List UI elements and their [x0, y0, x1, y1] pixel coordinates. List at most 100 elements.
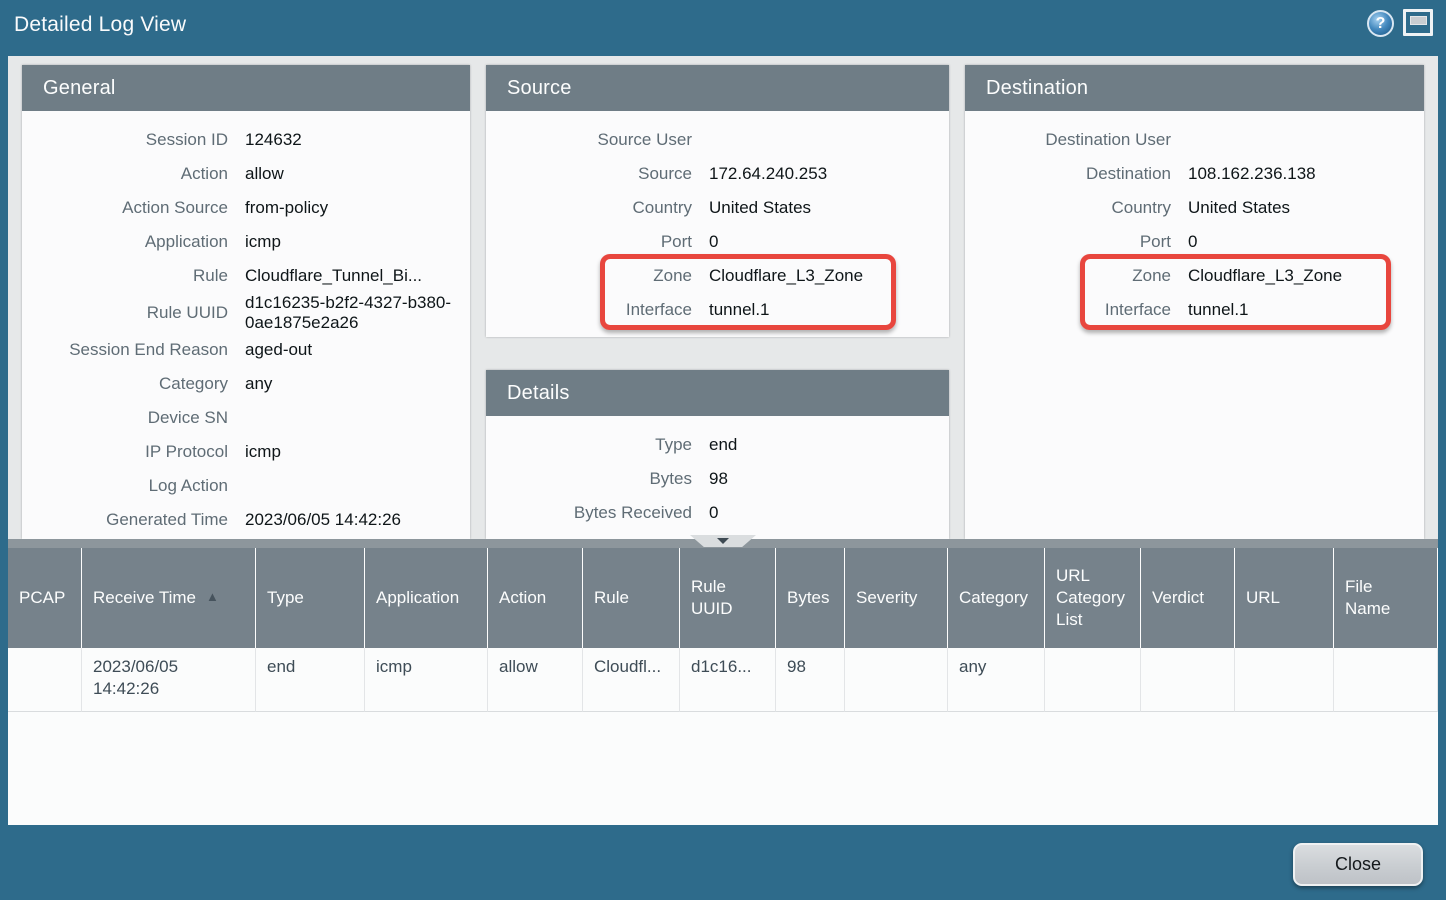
field-label: Action: [22, 164, 228, 184]
source-panel-header: Source: [486, 65, 949, 111]
column-header-label: Receive Time: [93, 587, 196, 609]
table-column-header[interactable]: Category: [948, 548, 1045, 648]
field-row: Country United States: [486, 191, 949, 225]
field-value: Cloudflare_L3_Zone: [1188, 266, 1424, 286]
general-panel-body: Session ID 124632 Action allow Action So…: [22, 111, 470, 537]
column-header-label: Type: [267, 587, 304, 609]
general-panel-header: General: [22, 65, 470, 111]
field-row: Session End Reason aged-out: [22, 333, 470, 367]
table-column-header[interactable]: Rule: [583, 548, 680, 648]
field-row: Application icmp: [22, 225, 470, 259]
field-row: Bytes Received 0: [486, 496, 949, 530]
page-title: Detailed Log View: [14, 13, 186, 37]
table-cell: [1045, 648, 1141, 712]
field-label: Port: [486, 232, 692, 252]
field-row: Port 0: [486, 225, 949, 259]
destination-zone-highlight-group: Zone Cloudflare_L3_Zone Interface tunnel…: [965, 259, 1424, 327]
field-label: Source: [486, 164, 692, 184]
column-header-label: Application: [376, 587, 459, 609]
field-value: United States: [1188, 198, 1424, 218]
table-row[interactable]: 2023/06/05 14:42:26 end icmp allow Cloud…: [8, 648, 1438, 712]
field-label: Destination User: [965, 130, 1171, 150]
field-row: Type end: [486, 428, 949, 462]
help-icon[interactable]: ?: [1367, 10, 1394, 37]
field-label: Category: [22, 374, 228, 394]
window-restore-icon[interactable]: [1403, 9, 1433, 36]
table-column-header[interactable]: Action: [488, 548, 583, 648]
field-value: United States: [709, 198, 949, 218]
table-cell: 98: [776, 648, 845, 712]
field-row: Action Source from-policy: [22, 191, 470, 225]
field-row: Session ID 124632: [22, 123, 470, 157]
table-column-header[interactable]: Application: [365, 548, 488, 648]
detail-panels-area: General Session ID 124632 Action allow A…: [8, 56, 1438, 539]
field-value: 0: [709, 232, 949, 252]
field-label: Session ID: [22, 130, 228, 150]
field-label: Device SN: [22, 408, 228, 428]
source-zone-highlight-group: Zone Cloudflare_L3_Zone Interface tunnel…: [486, 259, 949, 327]
window-restore-icon-inner: [1410, 16, 1427, 25]
field-row: Zone Cloudflare_L3_Zone: [965, 259, 1424, 293]
column-header-label: Verdict: [1152, 587, 1204, 609]
spacer: [486, 327, 949, 337]
field-value: 0: [709, 503, 949, 523]
table-column-header[interactable]: Receive Time ▲: [82, 548, 256, 648]
help-glyph: ?: [1376, 15, 1386, 33]
field-value: d1c16235-b2f2-4327-b380-0ae1875e2a26: [245, 293, 470, 333]
close-button[interactable]: Close: [1293, 843, 1423, 886]
log-table-header: PCAP Receive Time ▲ Type Application Act…: [8, 548, 1438, 648]
column-header-label: Action: [499, 587, 546, 609]
field-label: Zone: [965, 266, 1171, 286]
destination-panel: Destination Destination User Destination…: [965, 65, 1424, 539]
table-cell: [845, 648, 948, 712]
table-cell: [1141, 648, 1235, 712]
field-label: Type: [486, 435, 692, 455]
column-header-label: Severity: [856, 587, 917, 609]
field-row: Destination 108.162.236.138: [965, 157, 1424, 191]
destination-highlighted-fields: Zone Cloudflare_L3_Zone Interface tunnel…: [965, 259, 1424, 327]
table-column-header[interactable]: Severity: [845, 548, 948, 648]
field-row: Rule UUID d1c16235-b2f2-4327-b380-0ae187…: [22, 293, 470, 333]
field-value: icmp: [245, 232, 470, 252]
table-cell: Cloudfl...: [583, 648, 680, 712]
details-panel: Details Type end Bytes 98 Bytes Received: [486, 370, 949, 539]
field-value: any: [245, 374, 470, 394]
field-value: 2023/06/05 14:42:26: [245, 510, 470, 530]
field-value: tunnel.1: [709, 300, 949, 320]
table-cell: [8, 648, 82, 712]
pane-splitter[interactable]: [8, 539, 1438, 548]
field-label: Source User: [486, 130, 692, 150]
field-label: Destination: [965, 164, 1171, 184]
table-column-header[interactable]: Type: [256, 548, 365, 648]
field-row: Bytes 98: [486, 462, 949, 496]
field-label: Action Source: [22, 198, 228, 218]
field-label: Application: [22, 232, 228, 252]
column-header-label: PCAP: [19, 587, 65, 609]
field-value: 98: [709, 469, 949, 489]
field-label: Rule UUID: [22, 303, 228, 323]
log-table: PCAP Receive Time ▲ Type Application Act…: [8, 548, 1438, 825]
table-column-header[interactable]: Bytes: [776, 548, 845, 648]
table-column-header[interactable]: Rule UUID: [680, 548, 776, 648]
table-column-header[interactable]: File Name: [1334, 548, 1438, 648]
field-row: Action allow: [22, 157, 470, 191]
field-label: Bytes: [486, 469, 692, 489]
field-row: Destination User: [965, 123, 1424, 157]
field-label: Bytes Received: [486, 503, 692, 523]
field-row: Generated Time 2023/06/05 14:42:26: [22, 503, 470, 537]
field-row: Log Action: [22, 469, 470, 503]
column-header-label: Bytes: [787, 587, 830, 609]
field-value: tunnel.1: [1188, 300, 1424, 320]
table-column-header[interactable]: URL Category List: [1045, 548, 1141, 648]
field-label: Generated Time: [22, 510, 228, 530]
table-cell: [1235, 648, 1334, 712]
column-header-label: File Name: [1345, 576, 1390, 620]
table-column-header[interactable]: Verdict: [1141, 548, 1235, 648]
table-column-header[interactable]: URL: [1235, 548, 1334, 648]
field-value: 172.64.240.253: [709, 164, 949, 184]
sort-asc-icon: ▲: [206, 589, 219, 606]
splitter-collapse-handle[interactable]: [690, 535, 756, 547]
table-column-header[interactable]: PCAP: [8, 548, 82, 648]
column-header-label: Rule UUID: [691, 576, 733, 620]
column-header-label: Category: [959, 587, 1028, 609]
